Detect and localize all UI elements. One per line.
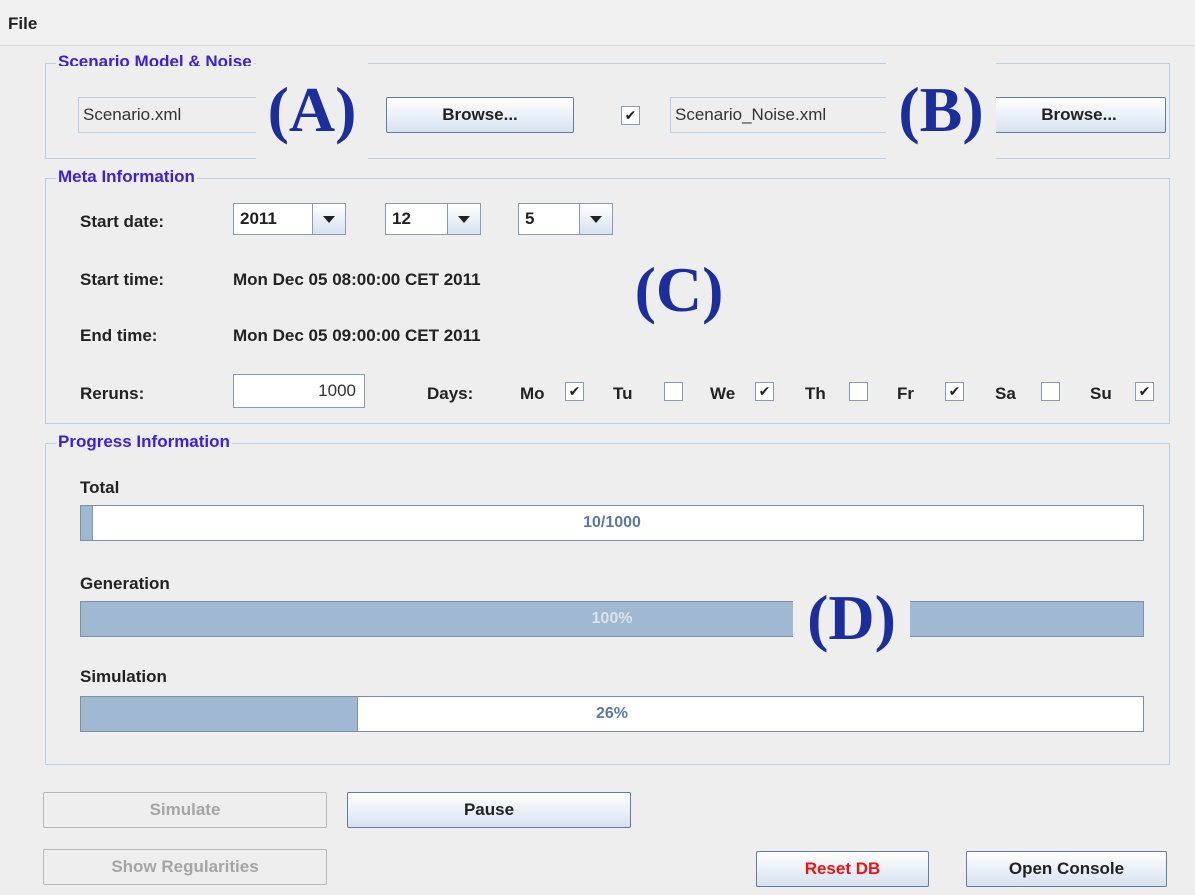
start-time-value: Mon Dec 05 08:00:00 CET 2011: [233, 270, 481, 289]
day-check-mark: ✔: [568, 383, 581, 399]
start-time-label: Start time:: [80, 270, 165, 289]
year-combo[interactable]: 2011: [233, 203, 346, 235]
day-checkbox-su[interactable]: ✔: [1135, 382, 1154, 401]
annotation-a: (A): [256, 62, 368, 160]
meta-legend: Meta Information: [56, 167, 197, 187]
simulate-button[interactable]: Simulate: [43, 792, 327, 828]
open-console-button[interactable]: Open Console: [966, 851, 1167, 887]
total-label: Total: [80, 478, 120, 497]
day-check-mark: ✔: [948, 383, 961, 399]
menu-bar: [0, 0, 1195, 46]
day-check-mark: ✔: [1138, 383, 1151, 399]
browse-scenario-button[interactable]: Browse...: [386, 97, 574, 133]
annotation-b: (B): [886, 62, 996, 160]
progress-text: 10/1000: [583, 514, 641, 531]
day-label-su: Su: [1090, 384, 1112, 403]
progress-text: 100%: [591, 610, 633, 627]
day-checkbox-th[interactable]: [849, 382, 868, 401]
total-progress-bar: 10/1000: [80, 505, 1144, 541]
day-checkbox-we[interactable]: ✔: [755, 382, 774, 401]
generation-label: Generation: [80, 574, 170, 593]
day-value: 5: [525, 209, 535, 228]
noise-checkbox[interactable]: ✔: [621, 106, 640, 125]
day-label-fr: Fr: [897, 384, 914, 403]
month-value: 12: [392, 209, 411, 228]
noise-check-mark: ✔: [624, 107, 637, 123]
days-label: Days:: [427, 384, 474, 403]
day-label-tu: Tu: [613, 384, 633, 403]
reset-db-button[interactable]: Reset DB: [756, 851, 929, 887]
generation-progress-bar: 100%: [80, 601, 1144, 637]
progress-legend: Progress Information: [56, 432, 232, 452]
reruns-input[interactable]: 1000: [233, 374, 365, 408]
day-label-th: Th: [805, 384, 826, 403]
end-time-label: End time:: [80, 326, 158, 345]
simulation-label: Simulation: [80, 667, 167, 686]
reruns-label: Reruns:: [80, 384, 145, 403]
day-checkbox-sa[interactable]: [1041, 382, 1060, 401]
pause-button[interactable]: Pause: [347, 792, 631, 828]
chevron-down-icon[interactable]: [579, 204, 612, 234]
day-checkbox-mo[interactable]: ✔: [565, 382, 584, 401]
year-value: 2011: [240, 209, 277, 228]
scenario-legend: Scenario Model & Noise: [56, 52, 254, 66]
day-label-we: We: [710, 384, 736, 403]
start-date-label: Start date:: [80, 212, 165, 231]
month-combo[interactable]: 12: [385, 203, 481, 235]
end-time-value: Mon Dec 05 09:00:00 CET 2011: [233, 326, 481, 345]
show-regularities-button[interactable]: Show Regularities: [43, 849, 327, 885]
menu-file[interactable]: File: [8, 14, 37, 34]
day-combo[interactable]: 5: [518, 203, 613, 235]
day-checkbox-tu[interactable]: [664, 382, 683, 401]
day-label-sa: Sa: [995, 384, 1016, 403]
annotation-d: (D): [793, 570, 910, 668]
browse-noise-button[interactable]: Browse...: [992, 97, 1166, 133]
annotation-c: (C): [634, 254, 724, 325]
chevron-down-icon[interactable]: [447, 204, 480, 234]
progress-text: 26%: [595, 705, 629, 722]
day-checkbox-fr[interactable]: ✔: [945, 382, 964, 401]
chevron-down-icon[interactable]: [312, 204, 345, 234]
day-label-mo: Mo: [520, 384, 545, 403]
simulation-progress-bar: 26%: [80, 696, 1144, 732]
day-check-mark: ✔: [758, 383, 771, 399]
